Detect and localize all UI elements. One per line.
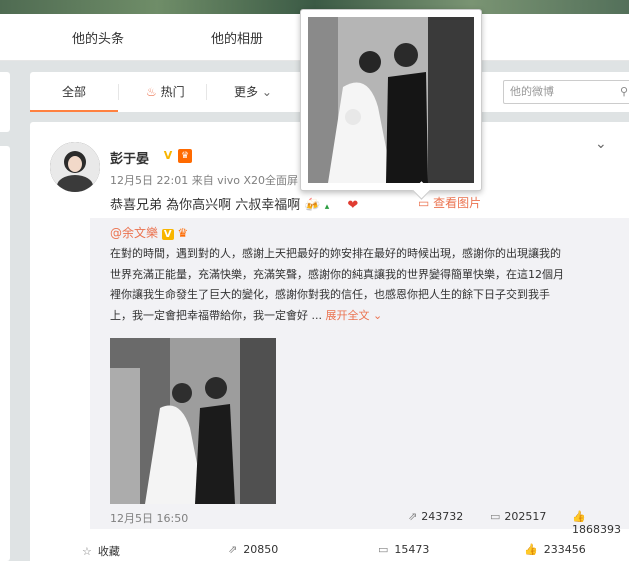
vip-crown-icon: ♛ <box>177 226 189 240</box>
clap-emoji-icon: ▴ <box>324 202 330 212</box>
author-name[interactable]: 彭于晏 <box>110 148 149 167</box>
thumbs-up-icon: 👍 <box>572 510 586 523</box>
favorite-button[interactable]: ☆ 收藏 <box>82 543 120 559</box>
comment-icon: ▭ <box>490 510 501 523</box>
forward-icon: ⇗ <box>408 510 418 523</box>
count: 202517 <box>504 510 547 523</box>
repost-author-name: @余文樂 <box>110 226 159 240</box>
count: 243732 <box>421 510 464 523</box>
flame-icon: ♨ <box>146 85 157 99</box>
expand-full-text-link[interactable]: 展开全文 ⌄ <box>326 309 383 322</box>
view-picture-link[interactable]: ▭ 查看图片 <box>418 194 481 211</box>
repost-comment-count[interactable]: ▭ 202517 <box>490 510 546 523</box>
filter-tab-label: 全部 <box>61 85 86 99</box>
search-icon[interactable]: ⚲ <box>620 81 628 103</box>
view-picture-label: 查看图片 <box>433 196 482 210</box>
reposted-content: @余文樂 V ♛ 在對的時間，遇到對的人，感謝上天把最好的妳安排在最好的時候出現… <box>90 218 629 536</box>
filter-tab-label: 更多 <box>234 85 259 99</box>
favorite-label: 收藏 <box>97 545 120 558</box>
post-body: 恭喜兄弟 為你高兴啊 六叔幸福啊 <box>110 198 301 213</box>
divider <box>206 84 207 100</box>
repost-author[interactable]: @余文樂 V ♛ <box>110 224 188 241</box>
repost-line: 裡你讓我生命發生了巨大的變化，感謝你對我的信任，也感恩你把人生的餘下日子交到我手 <box>110 288 550 301</box>
count: 20850 <box>243 543 279 556</box>
weibo-search-input[interactable]: 他的微博 ⚲ ▾ <box>503 80 629 104</box>
tab-headlines[interactable]: 他的头条 <box>72 28 124 47</box>
avatar[interactable] <box>50 142 100 192</box>
repost-line: 世界充滿正能量，充滿快樂，充滿笑聲，感謝你的純真讓我的世界變得簡單快樂，在這12… <box>110 267 564 281</box>
repost-forward-count[interactable]: ⇗ 243732 <box>408 510 463 523</box>
repost-like-count[interactable]: 👍1868393 <box>572 510 629 536</box>
repost-line: 上，我一定會把幸福帶給你，我一定會好 ... 展开全文 ⌄ <box>110 306 618 327</box>
forward-button[interactable]: ⇗ 20850 <box>228 543 278 556</box>
expand-label: 展开全文 <box>325 308 370 322</box>
beer-emoji-icon: 🍻 <box>304 198 321 213</box>
image-hover-preview[interactable] <box>300 9 482 200</box>
post-menu-chevron-icon[interactable]: ⌄ <box>595 136 607 152</box>
filter-tab-hot[interactable]: ♨ 热门 <box>146 72 185 112</box>
chevron-down-icon: ⌄ <box>261 85 272 99</box>
thumbs-up-icon: 👍 <box>524 543 538 556</box>
filter-tab-all[interactable]: 全部 <box>30 72 118 112</box>
verified-badge-icon: V <box>161 229 174 240</box>
wedding-photo-preview <box>308 17 474 183</box>
count: 233456 <box>543 543 586 556</box>
count: 15473 <box>394 543 430 556</box>
left-sidebar-card <box>0 146 10 561</box>
search-placeholder: 他的微博 <box>510 85 554 98</box>
repost-line-text: 上，我一定會把幸福帶給你，我一定會好 ... <box>110 308 322 322</box>
left-sidebar-card <box>0 72 10 132</box>
repost-text: 在對的時間，遇到對的人，感謝上天把最好的妳安排在最好的時候出現，感謝你的出現讓我… <box>110 244 618 326</box>
count: 1868393 <box>572 523 621 536</box>
star-icon: ☆ <box>82 545 92 558</box>
like-button[interactable]: 👍 233456 <box>524 543 586 556</box>
vip-crown-icon: ♛ <box>178 149 192 163</box>
wedding-photo-thumbnail[interactable] <box>110 338 276 504</box>
repost-footer: 12月5日 16:50 ⇗ 243732 ▭ 202517 👍1868393 <box>90 510 629 536</box>
filter-tab-label: 热门 <box>160 85 185 99</box>
repost-date[interactable]: 12月5日 16:50 <box>110 510 188 526</box>
repost-line: 在對的時間，遇到對的人，感謝上天把最好的妳安排在最好的時候出現，感謝你的出現讓我… <box>110 247 561 260</box>
filter-tab-more[interactable]: 更多 ⌄ <box>234 72 272 112</box>
divider <box>118 84 119 100</box>
comment-button[interactable]: ▭ 15473 <box>378 543 429 556</box>
heart-emoji-icon: ❤ <box>347 198 359 213</box>
post-action-bar: ☆ 收藏 ⇗ 20850 ▭ 15473 👍 233456 <box>30 541 629 561</box>
post-meta: 12月5日 22:01 来自 vivo X20全面屏 <box>110 174 299 187</box>
comment-icon: ▭ <box>378 543 389 556</box>
tab-album[interactable]: 他的相册 <box>211 28 263 47</box>
verified-badge-icon: V <box>163 149 173 162</box>
forward-icon: ⇗ <box>228 543 238 556</box>
post-text: 恭喜兄弟 為你高兴啊 六叔幸福啊 🍻 ▴ ❤ <box>110 194 358 213</box>
